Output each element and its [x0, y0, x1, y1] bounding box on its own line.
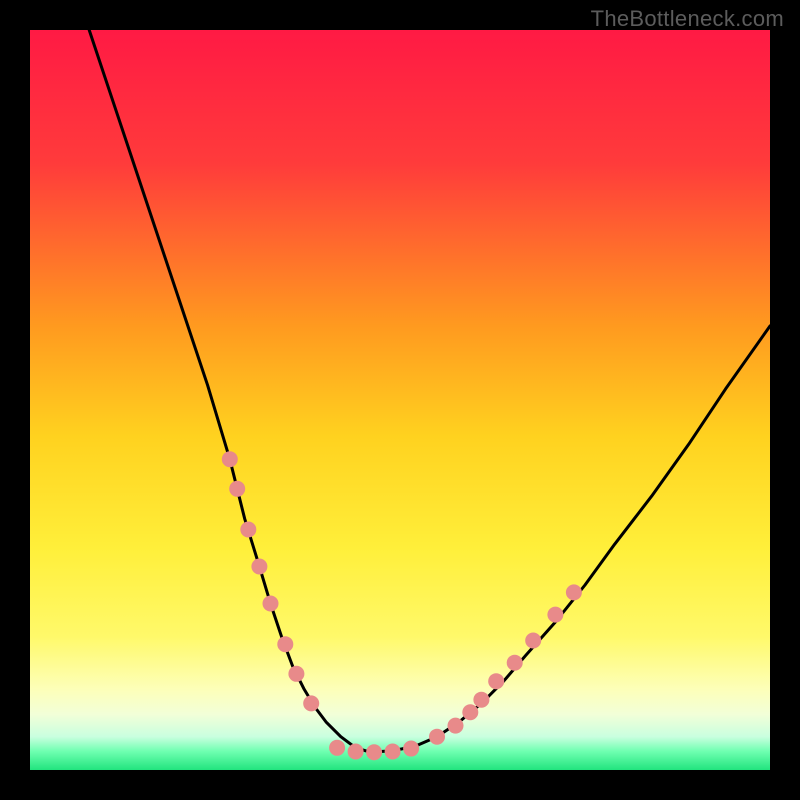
bead-right	[566, 584, 582, 600]
bead-right	[547, 607, 563, 623]
bead-left	[288, 666, 304, 682]
bead-right	[488, 673, 504, 689]
bead-bottom	[329, 740, 345, 756]
bead-bottom	[403, 741, 419, 757]
bead-left	[229, 481, 245, 497]
watermark-text: TheBottleneck.com	[591, 6, 784, 32]
bead-left	[240, 522, 256, 538]
bead-left	[263, 596, 279, 612]
bead-bottom	[348, 744, 364, 760]
bead-right	[462, 704, 478, 720]
bead-left	[222, 451, 238, 467]
bead-right	[525, 633, 541, 649]
bead-bottom	[366, 744, 382, 760]
bottleneck-chart	[30, 30, 770, 770]
bead-right	[473, 692, 489, 708]
bead-left	[277, 636, 293, 652]
bead-bottom	[385, 744, 401, 760]
bead-left	[251, 559, 267, 575]
bead-right	[429, 729, 445, 745]
bead-right	[507, 655, 523, 671]
chart-svg	[30, 30, 770, 770]
bead-right	[448, 718, 464, 734]
bead-left	[303, 695, 319, 711]
gradient-background	[30, 30, 770, 770]
